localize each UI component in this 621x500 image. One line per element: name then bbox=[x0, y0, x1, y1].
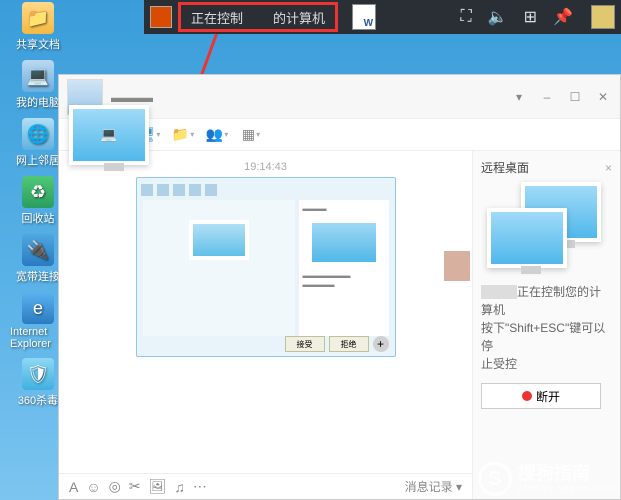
shared-docs-icon-glyph: 📁 bbox=[22, 2, 54, 34]
message-history-link[interactable]: 消息记录 ▾ bbox=[405, 478, 462, 495]
gif-icon[interactable]: ◎ bbox=[109, 478, 121, 495]
watermark-title: 搜狗指南 bbox=[518, 464, 615, 484]
speaker-icon[interactable]: 🔈 bbox=[488, 7, 508, 27]
thumb-accept-button[interactable]: 接受 bbox=[285, 336, 325, 352]
stray-app-icon[interactable] bbox=[591, 5, 615, 29]
word-doc-icon[interactable] bbox=[352, 4, 376, 30]
disconnect-button[interactable]: 断开 bbox=[481, 383, 601, 409]
message-area[interactable]: 19:14:43 ▬▬▬ ▬▬▬▬▬▬ ▬▬▬▬ 接受 bbox=[59, 151, 472, 473]
broadband-icon-glyph: 🔌 bbox=[22, 234, 54, 266]
remote-control-top-bar: 正在控制 的计算机 ⛶ 🔈 ⊞ 📌 bbox=[144, 0, 621, 34]
image-icon[interactable]: 🖼 bbox=[149, 478, 167, 495]
watermark-logo: S bbox=[478, 462, 512, 496]
chat-main-area: 19:14:43 ▬▬▬ ▬▬▬▬▬▬ ▬▬▬▬ 接受 bbox=[59, 151, 472, 499]
settings-dropdown-icon[interactable]: ▾ bbox=[508, 88, 530, 106]
recycle-bin-icon-glyph: ♻ bbox=[22, 176, 54, 208]
side-panel-close-icon[interactable]: × bbox=[605, 161, 612, 175]
control-status-text: ▬▬▬正在控制您的计 算机 bbox=[481, 283, 612, 319]
screenshot-icon[interactable]: ✂ bbox=[129, 478, 141, 495]
recycle-bin-icon-label: 回收站 bbox=[22, 210, 55, 226]
control-status-suffix: 的计算机 bbox=[273, 8, 325, 27]
network-neighborhood-icon-glyph: 🌐 bbox=[22, 118, 54, 150]
chat-toolbar: 🎤 📷 🖥 📁 💻 👥 ▦ bbox=[59, 119, 620, 151]
remote-desktop-panel: 远程桌面 × ▬▬▬正在控制您的计 算机 按下"Shift+ESC"键可以停 止… bbox=[472, 151, 620, 499]
control-status-highlight: 正在控制 的计算机 bbox=[178, 2, 338, 32]
control-hint-text: 按下"Shift+ESC"键可以停 止受控 bbox=[481, 319, 612, 373]
add-panel-icon[interactable]: ⊞ bbox=[524, 7, 537, 27]
ie-icon-glyph: e bbox=[22, 292, 54, 324]
contact-name: ▬▬▬ bbox=[111, 89, 153, 105]
input-toolbar: A ☺ ◎ ✂ 🖼 ♫ ⋯ 消息记录 ▾ bbox=[59, 473, 472, 499]
music-icon[interactable]: ♫ bbox=[174, 479, 185, 495]
fullscreen-icon[interactable]: ⛶ bbox=[461, 8, 472, 26]
control-status-prefix: 正在控制 bbox=[191, 8, 243, 27]
create-group-icon[interactable]: 👥 bbox=[205, 124, 229, 146]
my-computer-icon-label: 我的电脑 bbox=[16, 94, 60, 110]
thumb-expand-icon[interactable]: + bbox=[373, 336, 389, 352]
side-panel-title: 远程桌面 bbox=[481, 159, 529, 176]
apps-icon[interactable]: ▦ bbox=[239, 124, 263, 146]
sogou-watermark: S 搜狗指南 zhinan.sogou.com bbox=[478, 462, 615, 496]
close-button[interactable]: ✕ bbox=[592, 88, 614, 106]
watermark-url: zhinan.sogou.com bbox=[518, 483, 615, 494]
network-neighborhood-icon-label: 网上邻居 bbox=[16, 152, 60, 168]
my-computer-icon-glyph: 💻 bbox=[22, 60, 54, 92]
remote-monitors-graphic bbox=[481, 182, 611, 277]
app-icon[interactable] bbox=[150, 6, 172, 28]
shared-docs-icon-label: 共享文档 bbox=[16, 36, 60, 52]
message-timestamp: 19:14:43 bbox=[71, 161, 460, 173]
antivirus-icon-glyph: 🛡 bbox=[22, 358, 54, 390]
maximize-button[interactable]: ☐ bbox=[564, 88, 586, 106]
font-icon[interactable]: A bbox=[69, 479, 78, 495]
sender-avatar[interactable] bbox=[444, 251, 470, 281]
antivirus-icon-label: 360杀毒 bbox=[18, 392, 58, 408]
shared-docs-icon[interactable]: 📁 共享文档 bbox=[8, 0, 68, 54]
more-tools-icon[interactable]: ⋯ bbox=[193, 478, 207, 495]
thumb-reject-button[interactable]: 拒绝 bbox=[329, 336, 369, 352]
send-file-icon[interactable]: 📁 bbox=[171, 124, 195, 146]
emoji-icon[interactable]: ☺ bbox=[86, 479, 100, 495]
broadband-icon-label: 宽带连接 bbox=[16, 268, 60, 284]
qq-chat-window: ▬▬▬ ▾ – ☐ ✕ 🎤 📷 🖥 📁 💻 👥 ▦ 19:14:43 bbox=[58, 74, 621, 500]
pin-icon[interactable]: 📌 bbox=[553, 7, 573, 27]
minimize-button[interactable]: – bbox=[536, 88, 558, 106]
screenshot-message[interactable]: ▬▬▬ ▬▬▬▬▬▬ ▬▬▬▬ 接受 拒绝 + bbox=[136, 177, 396, 357]
